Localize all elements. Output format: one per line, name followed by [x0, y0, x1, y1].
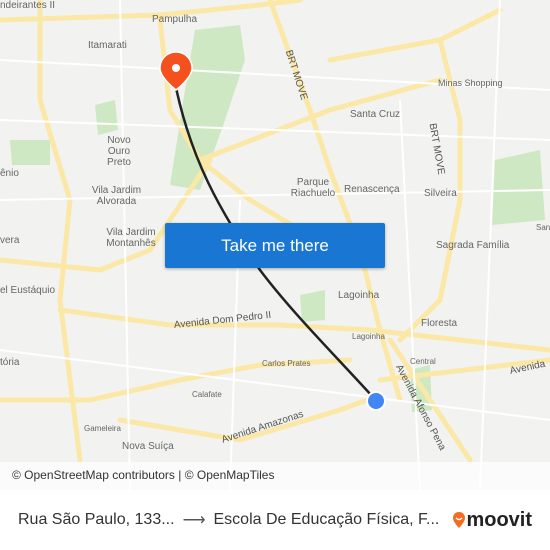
moovit-pin-icon: [453, 512, 466, 528]
map-label: vera: [0, 235, 20, 246]
map-label: Sagrada Família: [436, 240, 510, 251]
map-label: Renascença: [344, 184, 400, 195]
map-label: Silveira: [424, 188, 457, 199]
map-label: Lagoinha: [338, 290, 380, 301]
map[interactable]: ndeirantes II Pampulha Itamarati Novo Ou…: [0, 0, 550, 490]
origin-label: Rua São Paulo, 133...: [18, 511, 175, 528]
map-label: Vila Jardim Montanhês: [106, 227, 156, 249]
map-label: Floresta: [421, 318, 458, 329]
map-label: Pampulha: [152, 14, 198, 25]
map-label: Vila Jardim Alvorada: [91, 185, 142, 207]
map-attribution[interactable]: © OpenStreetMap contributors | © OpenMap…: [0, 462, 550, 490]
map-label: Calafate: [192, 390, 222, 399]
map-label: Santa Cruz: [350, 109, 401, 120]
map-label: Novo Ouro Preto: [107, 135, 131, 168]
moovit-logo: moovit: [452, 509, 532, 532]
map-label: el Eustáquio: [0, 285, 56, 296]
destination-label: Escola De Educação Física, F...: [213, 511, 440, 528]
map-label: ndeirantes II: [0, 0, 56, 11]
map-label: Parque Riachuelo: [290, 177, 336, 199]
map-label: Nova Suíça: [122, 441, 174, 452]
origin-dot-icon: [366, 391, 386, 411]
map-label: Lagoinha: [352, 332, 385, 341]
map-label: tória: [0, 357, 20, 368]
map-label: Minas Shopping: [438, 78, 503, 88]
map-label: San: [536, 223, 550, 232]
moovit-wordmark: moovit: [466, 508, 532, 531]
map-label: Central: [410, 357, 436, 366]
map-label: ênio: [0, 168, 19, 179]
route-footer: Rua São Paulo, 133... ⟶ Escola De Educaç…: [0, 490, 550, 550]
arrow-right-icon: ⟶: [182, 512, 206, 529]
map-label: Gameleira: [84, 424, 121, 433]
map-label: Itamarati: [88, 40, 127, 51]
map-label: Carlos Prates: [262, 359, 311, 368]
take-me-there-button[interactable]: Take me there: [165, 223, 385, 268]
